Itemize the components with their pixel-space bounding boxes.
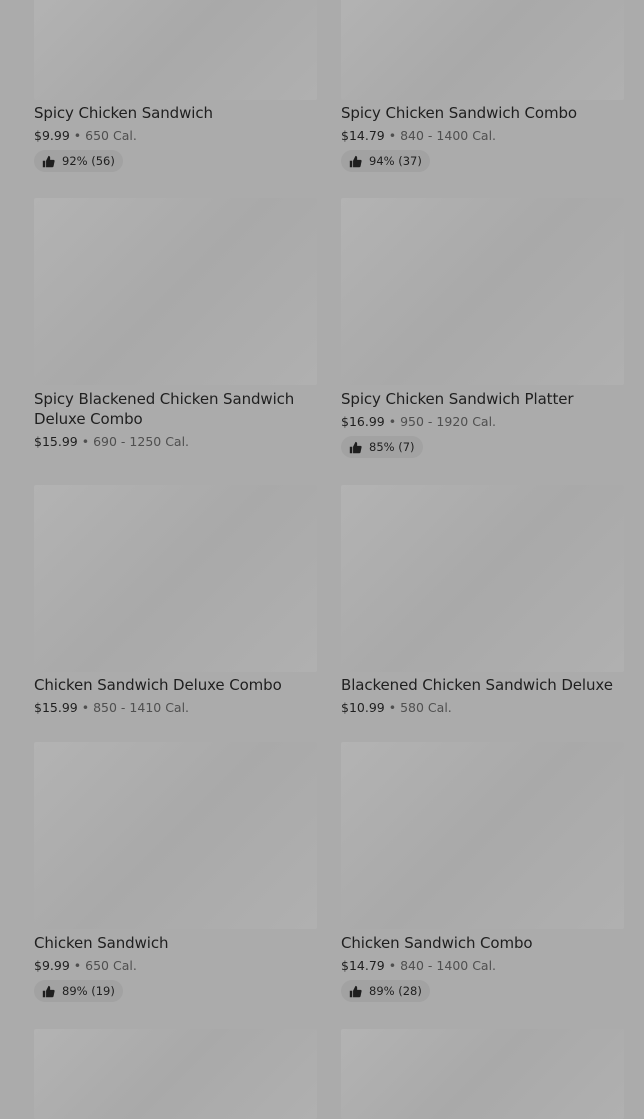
item-image[interactable]: [341, 742, 624, 929]
item-name: Chicken Sandwich: [34, 934, 169, 952]
item-name-line1: Spicy Blackened Chicken Sandwich: [34, 390, 295, 408]
item-price-calories: $9.99 • 650 Cal.: [34, 128, 137, 144]
item-image[interactable]: [341, 485, 624, 672]
item-name-line2: Deluxe Combo: [34, 410, 143, 428]
item-name: Spicy Chicken Sandwich: [34, 104, 213, 122]
item-image[interactable]: [34, 1029, 317, 1119]
separator: •: [73, 128, 82, 143]
item-image[interactable]: [341, 1029, 624, 1119]
item-name: Spicy Chicken Sandwich Platter: [341, 390, 574, 408]
rating-text: 92% (56): [62, 154, 115, 168]
item-calories: 690 - 1250 Cal.: [93, 434, 190, 449]
thumbs-up-icon: [349, 155, 362, 168]
item-calories: 840 - 1400 Cal.: [400, 128, 497, 143]
item-name: Spicy Chicken Sandwich Combo: [341, 104, 578, 122]
thumbs-up-icon: [42, 155, 55, 168]
item-price: $10.99: [341, 700, 385, 715]
item-image[interactable]: [34, 742, 317, 929]
item-price: $9.99: [34, 128, 70, 143]
item-calories: 650 Cal.: [85, 128, 137, 143]
thumbs-up-icon: [349, 985, 362, 998]
separator: •: [388, 414, 397, 429]
item-price: $16.99: [341, 414, 385, 429]
rating-badge: 89% (28): [341, 980, 430, 1002]
item-price: $14.79: [341, 128, 385, 143]
item-image[interactable]: [34, 198, 317, 385]
rating-badge: 89% (19): [34, 980, 123, 1002]
separator: •: [388, 700, 397, 715]
separator: •: [388, 958, 397, 973]
thumbs-up-icon: [349, 441, 362, 454]
rating-text: 89% (19): [62, 984, 115, 998]
item-image[interactable]: [341, 0, 624, 100]
item-image[interactable]: [341, 198, 624, 385]
item-price-calories: $10.99 • 580 Cal.: [341, 700, 452, 716]
item-price: $9.99: [34, 958, 70, 973]
rating-text: 94% (37): [369, 154, 422, 168]
separator: •: [81, 434, 90, 449]
item-price-calories: $16.99 • 950 - 1920 Cal.: [341, 414, 496, 430]
item-calories: 850 - 1410 Cal.: [93, 700, 190, 715]
item-image[interactable]: [34, 485, 317, 672]
rating-badge: 92% (56): [34, 150, 123, 172]
rating-badge: 85% (7): [341, 436, 423, 458]
item-calories: 950 - 1920 Cal.: [400, 414, 497, 429]
rating-badge: 94% (37): [341, 150, 430, 172]
item-price: $15.99: [34, 700, 78, 715]
item-name: Blackened Chicken Sandwich Deluxe: [341, 676, 613, 694]
item-calories: 840 - 1400 Cal.: [400, 958, 497, 973]
item-price-calories: $14.79 • 840 - 1400 Cal.: [341, 958, 496, 974]
separator: •: [388, 128, 397, 143]
item-price: $14.79: [341, 958, 385, 973]
rating-text: 89% (28): [369, 984, 422, 998]
item-name: Chicken Sandwich Combo: [341, 934, 533, 952]
item-image[interactable]: [34, 0, 317, 100]
item-price-calories: $9.99 • 650 Cal.: [34, 958, 137, 974]
item-price-calories: $14.79 • 840 - 1400 Cal.: [341, 128, 496, 144]
separator: •: [81, 700, 90, 715]
item-calories: 650 Cal.: [85, 958, 137, 973]
separator: •: [73, 958, 82, 973]
item-name: Chicken Sandwich Deluxe Combo: [34, 676, 282, 694]
item-price-calories: $15.99 • 850 - 1410 Cal.: [34, 700, 189, 716]
item-price: $15.99: [34, 434, 78, 449]
item-calories: 580 Cal.: [400, 700, 452, 715]
item-price-calories: $15.99 • 690 - 1250 Cal.: [34, 434, 189, 450]
thumbs-up-icon: [42, 985, 55, 998]
rating-text: 85% (7): [369, 440, 415, 454]
